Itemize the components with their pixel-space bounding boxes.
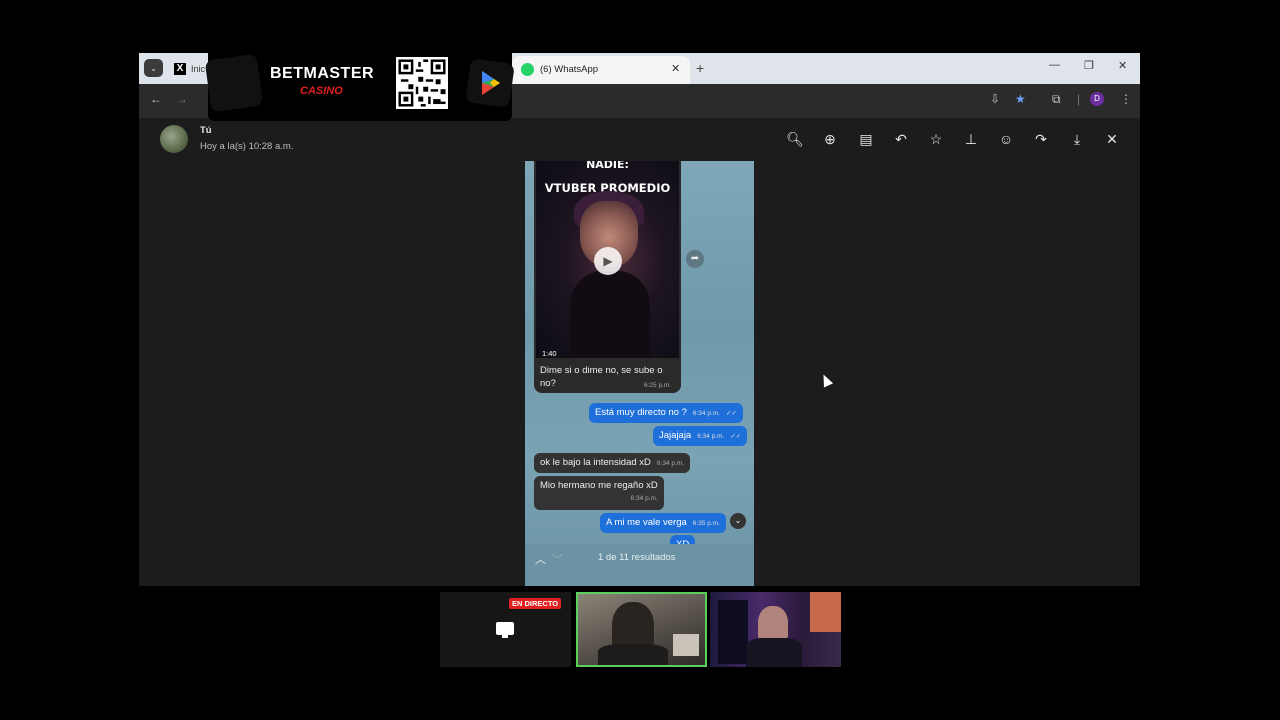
webcam-tile [710,592,841,667]
avatar [160,125,188,153]
message-time: 6:34 p.m. [656,460,685,467]
whatsapp-icon [521,63,534,76]
star-icon[interactable]: ☆ [927,130,945,148]
ad-brand: BETMASTER [270,65,375,82]
browser-window: ⌄ X Inic (6) WhatsApp ✕ + — ❐ ✕ ← → ⇩ ★ … [139,53,1140,586]
message-bubble: ok le bajo la intensidad xD 6:34 p.m. [534,453,691,473]
person-face [758,606,788,642]
message-time: 6:34 p.m. [697,433,725,440]
share-forward-icon[interactable]: ➦ [686,250,704,268]
search-results-bar: ︿ ﹀ 1 de 11 resultados [525,544,754,586]
minimize-button[interactable]: — [1049,59,1060,71]
chat-screenshot-image: NADIE: VTUBER PROMEDIO ▶ 1:40 Dime si o … [525,161,754,586]
restore-button[interactable]: ❐ [1084,59,1094,72]
close-icon[interactable]: ✕ [1103,130,1121,148]
tab-title: Inic [191,64,206,74]
message-time: 6:34 p.m. [692,410,720,417]
download-icon[interactable]: ⤓ [1068,130,1086,148]
reply-icon[interactable]: ↶ [892,130,910,148]
message-text: Mio hermano me regaño xD [540,480,658,491]
profile-avatar[interactable]: D [1090,92,1104,106]
menu-kebab-icon[interactable]: ⋮ [1120,92,1132,106]
video-thumbnail[interactable]: NADIE: VTUBER PROMEDIO ▶ 1:40 [536,161,679,358]
ad-banner[interactable]: BETMASTER CASINO [204,45,514,121]
background-light [810,592,841,632]
tab-title: (6) WhatsApp [540,64,599,75]
next-result-icon[interactable]: ﹀ [552,551,563,567]
meme-top-text: NADIE: [586,161,629,171]
message-text: Jajajaja [659,430,692,441]
message-text: A mi me vale verga [606,517,687,528]
person-body [570,271,650,358]
tab-x[interactable]: X Inic [169,56,209,84]
back-icon[interactable]: ← [150,92,162,106]
background-shelf [718,600,748,664]
background-object [673,634,699,656]
x-logo-icon: X [174,63,186,75]
double-check-icon: ✓✓ [730,433,742,440]
message-bubble: A mi me vale verga 6:35 p.m. [600,513,726,533]
tab-search-button[interactable]: ⌄ [144,59,163,77]
message-bubble: Está muy directo no ? 6:34 p.m. ✓✓ [589,403,743,423]
toolbar-divider: | [1077,92,1081,106]
sender-name: Tú [200,125,212,136]
video-message: NADIE: VTUBER PROMEDIO ▶ 1:40 Dime si o … [534,161,681,393]
bookmark-star-icon[interactable]: ★ [1015,92,1026,106]
zoom-in-icon[interactable]: ⊕ [821,130,839,148]
tab-close-icon[interactable]: ✕ [671,62,680,75]
live-badge: EN DIRECTO [509,598,562,609]
install-app-icon[interactable]: ⇩ [990,92,1000,106]
apple-logo-tile [204,53,264,113]
message-timestamp: Hoy a la(s) 10:28 a.m. [200,141,294,152]
message-time: 6:34 p.m. [630,495,658,502]
monitor-stand [502,635,508,638]
caption-icon[interactable]: ▤ [857,130,875,148]
person-body [598,644,668,665]
play-icon[interactable]: ▶ [594,247,622,275]
tab-whatsapp[interactable]: (6) WhatsApp ✕ [512,56,690,84]
emoji-icon[interactable]: ☺ [997,130,1015,148]
double-check-icon: ✓✓ [726,410,737,417]
message-text: Está muy directo no ? [595,407,687,418]
apple-icon [205,54,256,61]
message-text: ok le bajo la intensidad xD [540,457,651,468]
forward-icon[interactable]: ↷ [1032,130,1050,148]
extensions-icon[interactable]: ⧉ [1052,92,1061,107]
monitor-icon [496,622,514,635]
message-time: 6:35 p.m. [692,520,720,527]
google-play-icon [466,59,514,107]
media-viewer: Tú Hoy a la(s) 10:28 a.m. 🔍︎ ⊕ ▤ ↶ ☆ ⊥ ☺… [139,118,1140,586]
message-bubble: Mio hermano me regaño xD 6:34 p.m. [534,476,664,510]
zoom-out-icon[interactable]: 🔍︎ [786,130,804,148]
ad-subtitle: CASINO [300,85,343,97]
caption-time: 6:25 p.m. [644,382,672,389]
forward-nav-icon[interactable]: → [176,92,188,106]
close-window-button[interactable]: ✕ [1118,59,1127,72]
pin-icon[interactable]: ⊥ [962,130,980,148]
prev-result-icon[interactable]: ︿ [535,551,546,567]
new-tab-button[interactable]: + [696,60,704,76]
scroll-down-icon[interactable]: ⌄ [730,513,746,529]
video-duration: 1:40 [542,349,557,358]
screen-share-tile: EN DIRECTO [440,592,571,667]
webcam-tile-active [576,592,707,667]
search-results-count: 1 de 11 resultados [598,552,676,563]
screen: ⌄ X Inic (6) WhatsApp ✕ + — ❐ ✕ ← → ⇩ ★ … [0,0,1280,720]
message-bubble: Jajajaja 6:34 p.m. ✓✓ [653,426,748,446]
qr-code-icon [396,57,448,109]
person-body [746,638,802,667]
